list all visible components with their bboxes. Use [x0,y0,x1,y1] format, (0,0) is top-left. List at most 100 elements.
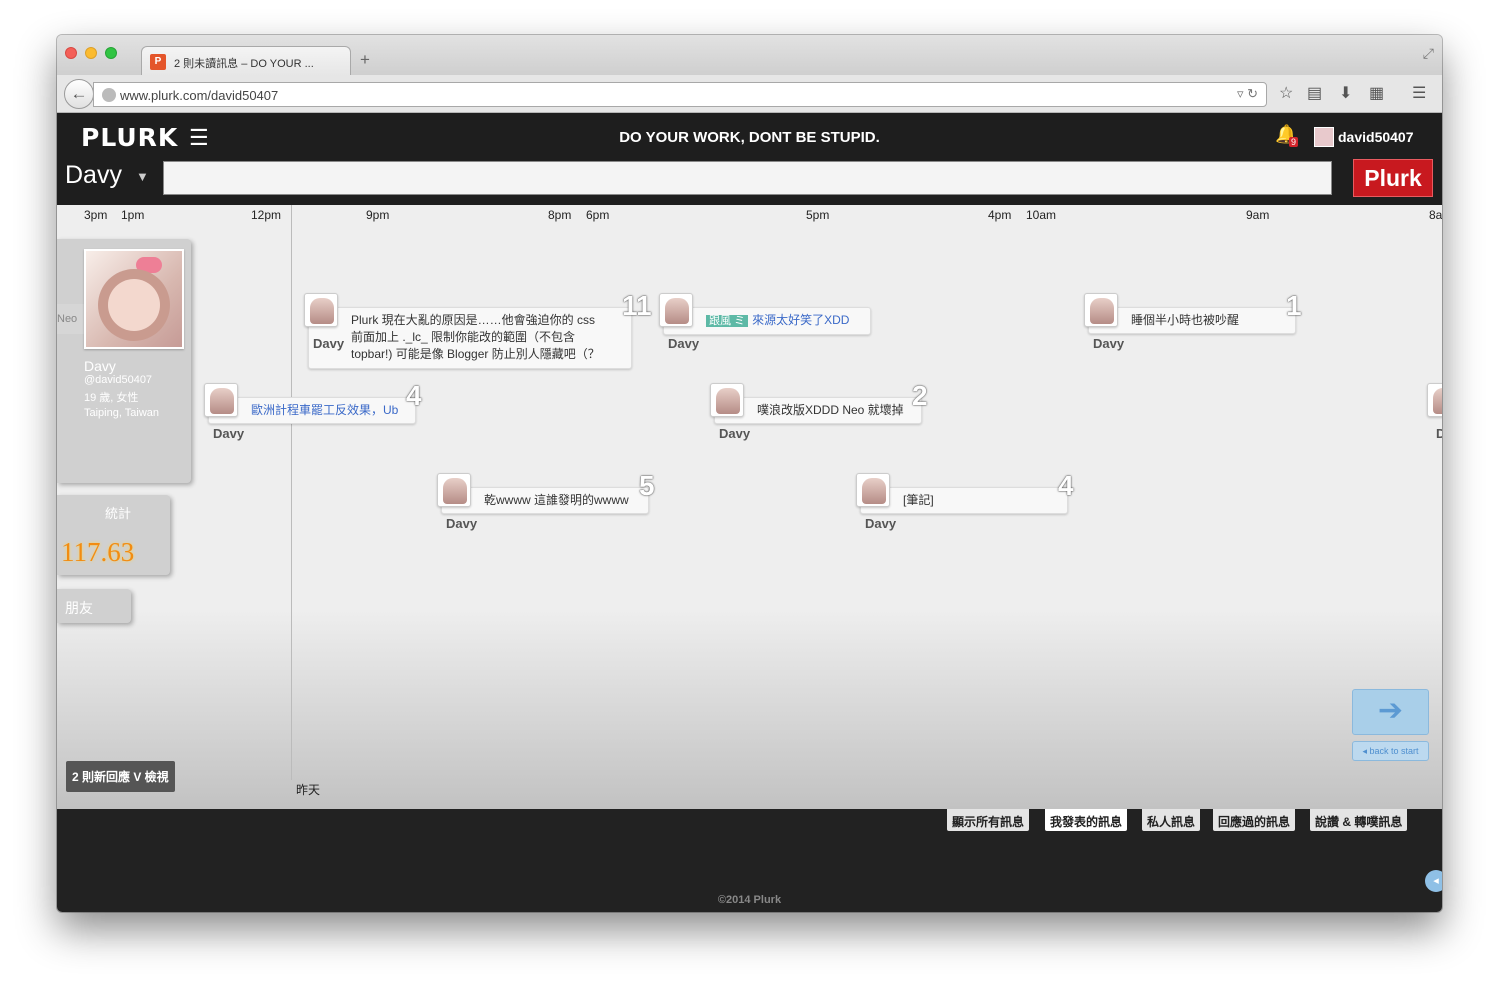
plurk-author[interactable]: Davy [446,516,477,531]
globe-icon [102,88,116,102]
response-count[interactable]: 1 [1286,290,1302,322]
tab-bar: P 2 則未讀訊息 – DO YOUR ... + ⤢ [57,35,1442,76]
plurk-avatar[interactable] [204,383,238,417]
day-divider [291,205,292,780]
chevron-left-icon[interactable]: ◂ [1425,870,1442,892]
plurk-text: 噗浪改版XDDD Neo 就壞掉 [757,403,904,417]
time-tick: 3pm [84,208,108,222]
profile-name: Davy [84,358,116,374]
response-count[interactable]: 5 [639,470,655,502]
menu-icon[interactable]: ☰ [1412,83,1426,103]
time-tick: 6pm [586,208,610,222]
plurk-avatar[interactable] [437,473,471,507]
response-count[interactable]: 4 [406,380,422,412]
plurk-avatar[interactable] [1084,293,1118,327]
time-tick: 5pm [806,208,830,222]
stats-label: 統計 [105,506,132,521]
chevron-down-icon[interactable]: ▼ [136,169,149,184]
friends-card[interactable]: 朋友 [57,589,131,623]
reload-icon[interactable]: ▿ ↻ [1237,86,1258,102]
grid-icon[interactable]: ▦ [1369,83,1384,103]
plurk-avatar[interactable] [710,383,744,417]
plurk-author[interactable]: Davy [213,426,244,441]
plurk-text: Plurk 現在大亂的原因是……他會強迫你的 css [351,313,596,327]
plurk-bubble[interactable]: 歐洲計程車罷工反效果，Ub [208,397,416,424]
plurk-top-bar: PLURK ☰ DO YOUR WORK, DONT BE STUPID. 🔔 … [57,113,1442,205]
user-avatar[interactable] [1314,127,1334,147]
plurk-submit-button[interactable]: Plurk [1353,159,1433,197]
tab-my-plurks[interactable]: 我發表的訊息 [1045,809,1128,831]
zoom-window-button[interactable] [105,47,117,59]
new-tab-button[interactable]: + [360,50,370,70]
plurk-author[interactable]: Davy [1093,336,1124,351]
plurk-bubble[interactable]: 噗浪改版XDDD Neo 就壞掉 [714,397,922,424]
stats-card[interactable]: 統計 117.63 [57,495,170,575]
timeline[interactable]: 3pm 1pm 12pm 9pm 8pm 6pm 5pm 4pm 10am 9a… [57,205,1442,809]
qualifier-name[interactable]: Davy [65,161,122,190]
time-tick: 4pm [988,208,1012,222]
plurk-author[interactable]: Davy [668,336,699,351]
footer: 顯示所有訊息 我發表的訊息 私人訊息 回應過的訊息 說讚 & 轉噗訊息 ◂ ©2… [57,809,1442,912]
plurk-bubble[interactable]: [筆記] [860,487,1068,514]
download-icon[interactable]: ⬇ [1339,83,1352,103]
plurk-text: [筆記] [903,493,934,507]
karma-value: 117.63 [61,537,135,567]
plurk-author[interactable]: Davy [313,336,344,351]
fullscreen-icon[interactable]: ⤢ [1423,45,1434,62]
reading-list-icon[interactable]: ▤ [1307,83,1322,103]
response-count[interactable]: 2 [912,380,928,412]
time-tick: 12pm [251,208,282,222]
response-count[interactable]: 4 [1058,470,1074,502]
response-count[interactable]: 11 [622,290,652,322]
time-tick: 8a [1429,208,1442,222]
plurk-text: 乾wwww 這誰發明的wwww [484,493,629,507]
tab-all-plurks[interactable]: 顯示所有訊息 [947,809,1030,831]
time-tick: 9am [1246,208,1270,222]
neo-label: Neo [57,304,87,334]
plurk-text[interactable]: 歐洲計程車罷工反效果，Ub [251,403,398,417]
back-to-start-button[interactable]: ◂ back to start [1352,741,1429,761]
plurk-text: topbar!) 可能是像 Blogger 防止別人隱藏吧（？ [351,347,600,361]
back-arrow-icon[interactable]: ← [64,79,94,109]
plurk-avatar[interactable] [856,473,890,507]
plurk-author[interactable]: Davy [719,426,750,441]
time-tick: 10am [1026,208,1057,222]
username-link[interactable]: david50407 [1338,129,1414,145]
profile-info: 19 歲, 女性 Taiping, Taiwan [84,391,159,421]
time-tick: 8pm [548,208,572,222]
profile-avatar[interactable] [84,249,184,349]
back-to-start-label: back to start [1369,746,1419,756]
tab-liked-replurked[interactable]: 說讚 & 轉噗訊息 [1310,809,1408,831]
plurk-avatar[interactable] [1427,383,1442,417]
plurk-author[interactable]: Davy [865,516,896,531]
plurk-input[interactable] [163,161,1332,195]
tab-title: 2 則未讀訊息 – DO YOUR ... [174,58,314,70]
page-tagline: DO YOUR WORK, DONT BE STUPID. [619,129,880,146]
plurk-bubble[interactable]: 跟風 ミ來源太好笑了XDD [663,307,871,335]
minimize-window-button[interactable] [85,47,97,59]
plurk-avatar[interactable] [304,293,338,327]
day-label: 昨天 [296,783,321,797]
plurk-text[interactable]: 來源太好笑了XDD [752,313,849,327]
profile-nick: @david50407 [84,374,153,386]
new-responses-button[interactable]: 2 則新回應 V 檢視 [66,761,175,792]
tab-responded-plurks[interactable]: 回應過的訊息 [1213,809,1296,831]
plurk-author[interactable]: D [1436,426,1442,441]
browser-tab[interactable]: P 2 則未讀訊息 – DO YOUR ... [141,46,351,76]
plurk-text: 前面加上 ._lc_ 限制你能改的範圍（不包含 [351,330,576,344]
plurk-bubble[interactable]: 睡個半小時也被吵醒 [1088,307,1296,334]
right-arrow-icon[interactable]: ➔ [1352,689,1429,735]
plurk-favicon: P [150,54,166,70]
time-tick: 1pm [121,208,145,222]
plurk-bubble[interactable]: Plurk 現在大亂的原因是……他會強迫你的 css 前面加上 ._lc_ 限制… [308,307,632,369]
plurk-avatar[interactable] [659,293,693,327]
plurk-bubble[interactable]: 乾wwww 這誰發明的wwww [441,487,649,514]
url-text: www.plurk.com/david50407 [120,88,279,103]
close-window-button[interactable] [65,47,77,59]
profile-age-gender: 19 歲, 女性 [84,392,139,404]
star-icon[interactable]: ☆ [1279,83,1293,103]
address-bar[interactable]: www.plurk.com/david50407 ▿ ↻ [93,82,1267,107]
plurk-qualifier: 跟風 ミ [706,315,749,327]
tab-private-plurks[interactable]: 私人訊息 [1142,809,1201,831]
profile-location: Taiping, Taiwan [84,407,160,419]
